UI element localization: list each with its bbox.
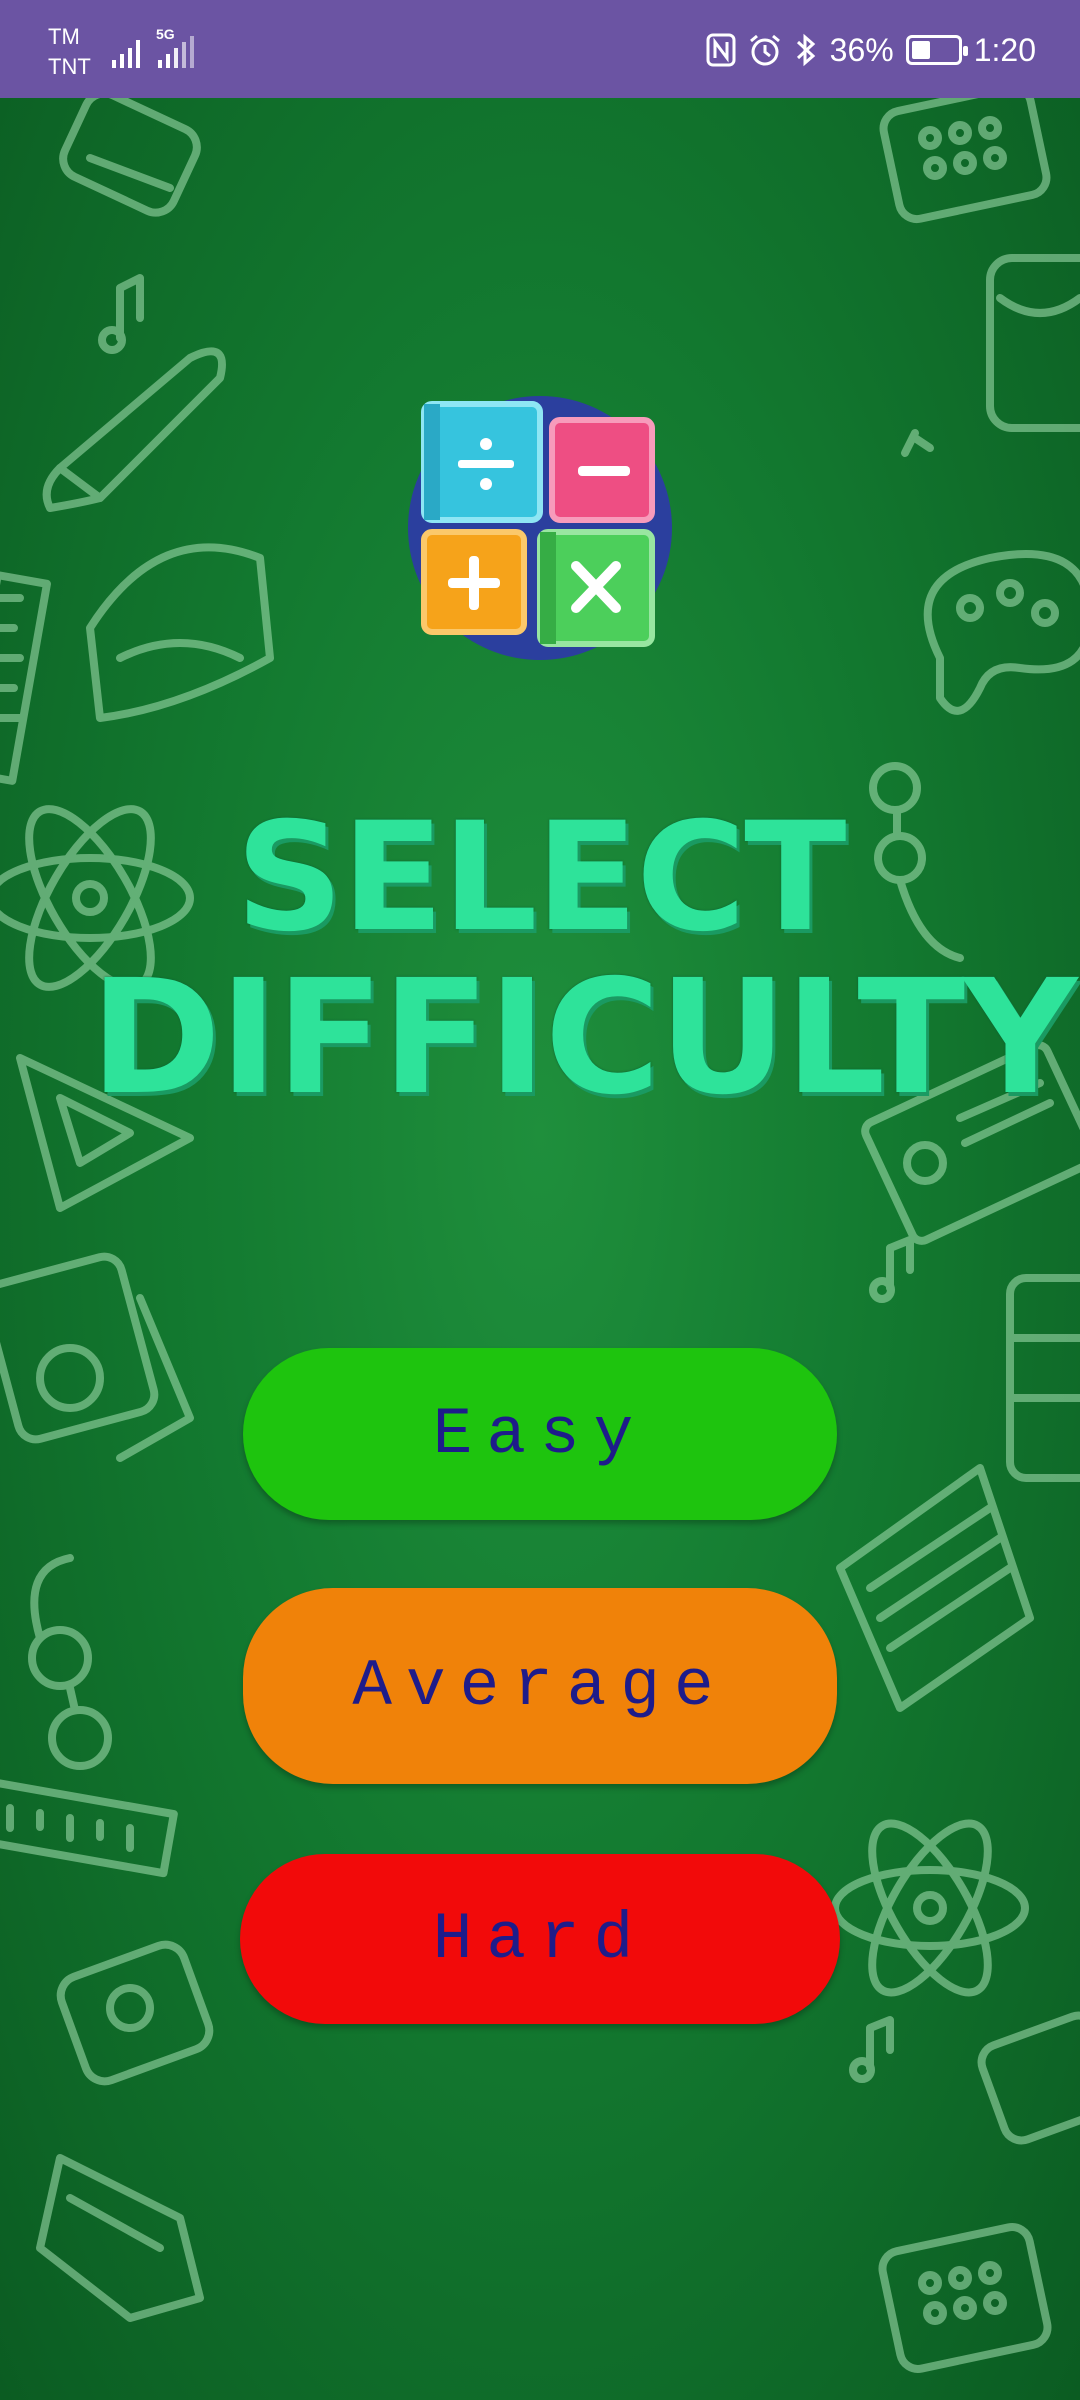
- alarm-icon: [749, 34, 780, 66]
- atom-right-doodle: [831, 1819, 1029, 1997]
- pencil-bottom-doodle: [36, 2154, 204, 2322]
- battery-level: [911, 41, 930, 59]
- select-difficulty-screen: SELECT DIFFICULTY Easy Average Hard: [0, 98, 1080, 2400]
- status-right: 36% 1:20: [706, 30, 1036, 70]
- camera-doodle: [0, 1252, 194, 1462]
- clock: 1:20: [973, 32, 1036, 68]
- cap-doodle: [86, 543, 274, 722]
- signal-icon: [112, 40, 140, 68]
- hard-button[interactable]: Hard: [240, 1854, 840, 2024]
- status-bar: TM TNT 5G 36% 1:20: [0, 0, 1080, 98]
- math-operations-logo: [408, 396, 672, 660]
- calculator-top-doodle: [879, 98, 1051, 224]
- plus-tile: [421, 529, 527, 635]
- minus-tile: [549, 417, 655, 523]
- battery-charging-icon: [905, 35, 968, 65]
- book-doodle: [836, 1464, 1034, 1712]
- divide-tile: [421, 401, 543, 523]
- title-line-2: DIFFICULTY: [90, 946, 1078, 1130]
- ruler-left-doodle: [0, 571, 51, 785]
- palette-doodle: [923, 550, 1080, 715]
- bluetooth-icon: [796, 33, 815, 67]
- carrier-1: TM: [48, 24, 80, 49]
- carrier-names: TM TNT: [48, 22, 91, 82]
- nfc-icon: [706, 33, 736, 67]
- brush-doodle: [42, 347, 226, 512]
- easy-button[interactable]: Easy: [243, 1348, 837, 1520]
- signal-icon: [158, 36, 194, 68]
- calculator-bottom-doodle: [878, 2223, 1052, 2373]
- title-line-1: SELECT: [235, 791, 847, 965]
- carrier-2: TNT: [48, 54, 91, 79]
- eraser-doodle: [977, 2011, 1080, 2145]
- ruler-bottom-left-doodle: [0, 1778, 178, 1878]
- backpack-doodle: [986, 254, 1080, 432]
- average-button[interactable]: Average: [243, 1588, 837, 1784]
- battery-percent: 36%: [829, 32, 894, 68]
- glasses-left-doodle: [28, 1554, 112, 1770]
- sharpener-bottom-doodle: [56, 1940, 214, 2086]
- book-stack-doodle: [1006, 1274, 1080, 1482]
- sharpener-doodle: [59, 98, 201, 217]
- pin-doodle: [901, 429, 934, 457]
- multiply-tile: [537, 529, 655, 647]
- page-title: SELECT DIFFICULTY: [90, 791, 1078, 1130]
